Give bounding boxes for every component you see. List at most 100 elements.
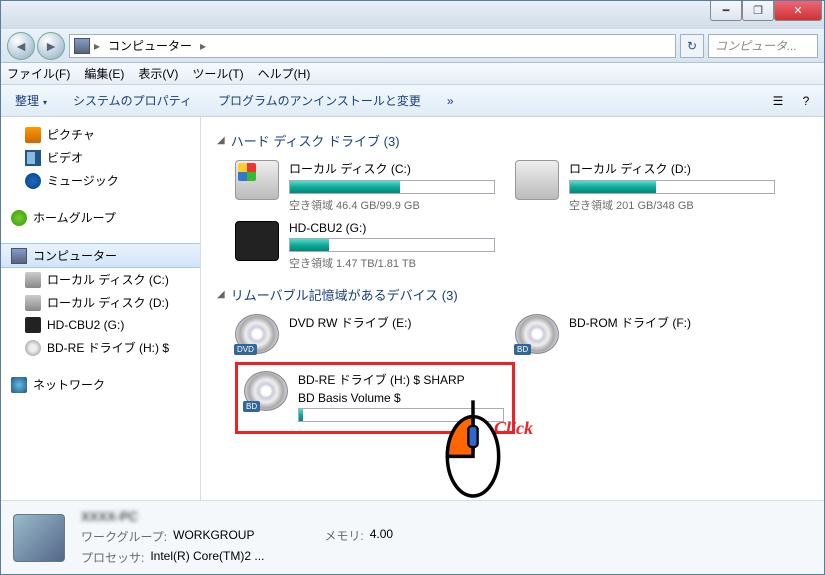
workgroup-value: WORKGROUP bbox=[173, 528, 254, 545]
sidebar-item-network[interactable]: ネットワーク bbox=[1, 373, 200, 396]
computer-icon bbox=[74, 38, 90, 54]
sidebar-item-music[interactable]: ミュージック bbox=[1, 169, 200, 192]
drive-item-h[interactable]: BD-RE ドライブ (H:) $ SHARP BD Basis Volume … bbox=[244, 371, 504, 425]
titlebar: ━ ❐ ✕ bbox=[1, 1, 824, 29]
sidebar-item-pictures[interactable]: ピクチャ bbox=[1, 123, 200, 146]
explorer-window: ━ ❐ ✕ ◄ ► ▸ コンピューター ▸ ↻ コンピュータ... ファイル(F… bbox=[0, 0, 825, 575]
external-disk-icon bbox=[25, 317, 41, 333]
pictures-icon bbox=[25, 127, 41, 143]
sidebar-item-drive-g[interactable]: HD-CBU2 (G:) bbox=[1, 314, 200, 336]
videos-icon bbox=[25, 150, 41, 166]
navigation-pane: ピクチャ ビデオ ミュージック ホームグループ コンピューター ローカル ディス… bbox=[1, 117, 201, 500]
sidebar-label: BD-RE ドライブ (H:) $ bbox=[47, 339, 169, 356]
close-button[interactable]: ✕ bbox=[774, 1, 822, 21]
section-header-hdd[interactable]: ◢ ハード ディスク ドライブ (3) bbox=[217, 131, 808, 150]
bd-drive-icon bbox=[515, 314, 559, 354]
workgroup-label: ワークグループ: bbox=[81, 528, 167, 545]
drive-free-space: 空き領域 46.4 GB/99.9 GB bbox=[289, 197, 495, 213]
menu-help[interactable]: ヘルプ(H) bbox=[258, 65, 311, 82]
section-title: リムーバブル記憶域があるデバイス (3) bbox=[231, 285, 458, 304]
drive-subname: BD Basis Volume $ bbox=[298, 391, 504, 405]
sidebar-label: ピクチャ bbox=[47, 126, 95, 143]
refresh-button[interactable]: ↻ bbox=[680, 34, 704, 58]
memory-label: メモリ: bbox=[324, 527, 363, 544]
forward-button[interactable]: ► bbox=[37, 32, 65, 60]
drive-name: HD-CBU2 (G:) bbox=[289, 221, 495, 235]
dvd-drive-icon bbox=[235, 314, 279, 354]
drive-item-g[interactable]: HD-CBU2 (G:) 空き領域 1.47 TB/1.81 TB bbox=[235, 221, 495, 271]
organize-button[interactable]: 整理 bbox=[7, 88, 55, 113]
collapse-icon: ◢ bbox=[217, 135, 225, 146]
sidebar-item-drive-d[interactable]: ローカル ディスク (D:) bbox=[1, 291, 200, 314]
sidebar-label: ミュージック bbox=[47, 172, 119, 189]
sidebar-label: HD-CBU2 (G:) bbox=[47, 318, 124, 332]
drive-item-f[interactable]: BD-ROM ドライブ (F:) bbox=[515, 314, 775, 354]
menu-file[interactable]: ファイル(F) bbox=[7, 65, 70, 82]
sidebar-item-drive-c[interactable]: ローカル ディスク (C:) bbox=[1, 268, 200, 291]
minimize-button[interactable]: ━ bbox=[710, 1, 742, 21]
drive-free-space: 空き領域 201 GB/348 GB bbox=[569, 197, 775, 213]
drive-free-space: 空き領域 1.47 TB/1.81 TB bbox=[289, 255, 495, 271]
crumb-separator: ▸ bbox=[94, 39, 100, 53]
memory-value: 4.00 bbox=[370, 527, 393, 544]
menu-tools[interactable]: ツール(T) bbox=[192, 65, 243, 82]
drive-name: ローカル ディスク (D:) bbox=[569, 160, 775, 177]
address-bar[interactable]: ▸ コンピューター ▸ bbox=[69, 34, 676, 58]
breadcrumb-computer[interactable]: コンピューター bbox=[104, 37, 196, 54]
local-disk-icon bbox=[515, 160, 559, 200]
sidebar-label: ホームグループ bbox=[33, 209, 116, 226]
homegroup-icon bbox=[11, 210, 27, 226]
disk-icon bbox=[25, 272, 41, 288]
crumb-separator: ▸ bbox=[200, 39, 206, 53]
sidebar-item-videos[interactable]: ビデオ bbox=[1, 146, 200, 169]
sidebar-label: ローカル ディスク (D:) bbox=[47, 294, 169, 311]
system-properties-button[interactable]: システムのプロパティ bbox=[65, 88, 200, 113]
drive-name: BD-ROM ドライブ (F:) bbox=[569, 314, 775, 331]
drive-capacity-bar bbox=[289, 238, 495, 252]
details-pane: XXXX-PC ワークグループ: WORKGROUP プロセッサ: Intel(R)… bbox=[1, 500, 824, 574]
processor-label: プロセッサ: bbox=[81, 549, 144, 566]
drive-item-c[interactable]: ローカル ディスク (C:) 空き領域 46.4 GB/99.9 GB bbox=[235, 160, 495, 213]
annotation-click-label: Click bbox=[494, 418, 533, 439]
drive-capacity-bar bbox=[569, 180, 775, 194]
help-button[interactable]: ? bbox=[794, 89, 818, 113]
music-icon bbox=[25, 173, 41, 189]
back-button[interactable]: ◄ bbox=[7, 32, 35, 60]
nav-buttons: ◄ ► bbox=[7, 32, 65, 60]
network-icon bbox=[11, 377, 27, 393]
drive-item-e[interactable]: DVD RW ドライブ (E:) bbox=[235, 314, 495, 354]
toolbar: 整理 システムのプロパティ プログラムのアンインストールと変更 » ☰ ? bbox=[1, 85, 824, 117]
drive-item-d[interactable]: ローカル ディスク (D:) 空き領域 201 GB/348 GB bbox=[515, 160, 775, 213]
disk-icon bbox=[25, 295, 41, 311]
menu-view[interactable]: 表示(V) bbox=[138, 65, 178, 82]
uninstall-programs-button[interactable]: プログラムのアンインストールと変更 bbox=[210, 88, 429, 113]
processor-value: Intel(R) Core(TM)2 ... bbox=[150, 549, 264, 566]
computer-large-icon bbox=[13, 514, 65, 562]
view-options-button[interactable]: ☰ bbox=[766, 89, 790, 113]
sidebar-item-homegroup[interactable]: ホームグループ bbox=[1, 206, 200, 229]
collapse-icon: ◢ bbox=[217, 289, 225, 300]
drive-name: ローカル ディスク (C:) bbox=[289, 160, 495, 177]
pc-name: XXXX-PC bbox=[81, 509, 138, 524]
navigation-bar: ◄ ► ▸ コンピューター ▸ ↻ コンピュータ... bbox=[1, 29, 824, 63]
drive-capacity-bar bbox=[298, 408, 504, 422]
window-controls: ━ ❐ ✕ bbox=[710, 1, 822, 21]
sidebar-item-drive-h[interactable]: BD-RE ドライブ (H:) $ bbox=[1, 336, 200, 359]
section-title: ハード ディスク ドライブ (3) bbox=[231, 131, 400, 150]
drive-name: DVD RW ドライブ (E:) bbox=[289, 314, 495, 331]
sidebar-item-computer[interactable]: コンピューター bbox=[1, 243, 200, 268]
maximize-button[interactable]: ❐ bbox=[742, 1, 774, 21]
body: ピクチャ ビデオ ミュージック ホームグループ コンピューター ローカル ディス… bbox=[1, 117, 824, 500]
sidebar-label: ネットワーク bbox=[33, 376, 105, 393]
optical-disc-icon bbox=[25, 340, 41, 356]
more-button[interactable]: » bbox=[439, 90, 462, 112]
annotation-highlight: BD-RE ドライブ (H:) $ SHARP BD Basis Volume … bbox=[235, 362, 515, 434]
external-disk-icon bbox=[235, 221, 279, 261]
computer-icon bbox=[11, 248, 27, 264]
search-input[interactable]: コンピュータ... bbox=[708, 34, 818, 58]
local-disk-icon bbox=[235, 160, 279, 200]
section-header-removable[interactable]: ◢ リムーバブル記憶域があるデバイス (3) bbox=[217, 285, 808, 304]
menu-edit[interactable]: 編集(E) bbox=[84, 65, 124, 82]
drive-capacity-bar bbox=[289, 180, 495, 194]
drive-name: BD-RE ドライブ (H:) $ SHARP bbox=[298, 371, 504, 388]
